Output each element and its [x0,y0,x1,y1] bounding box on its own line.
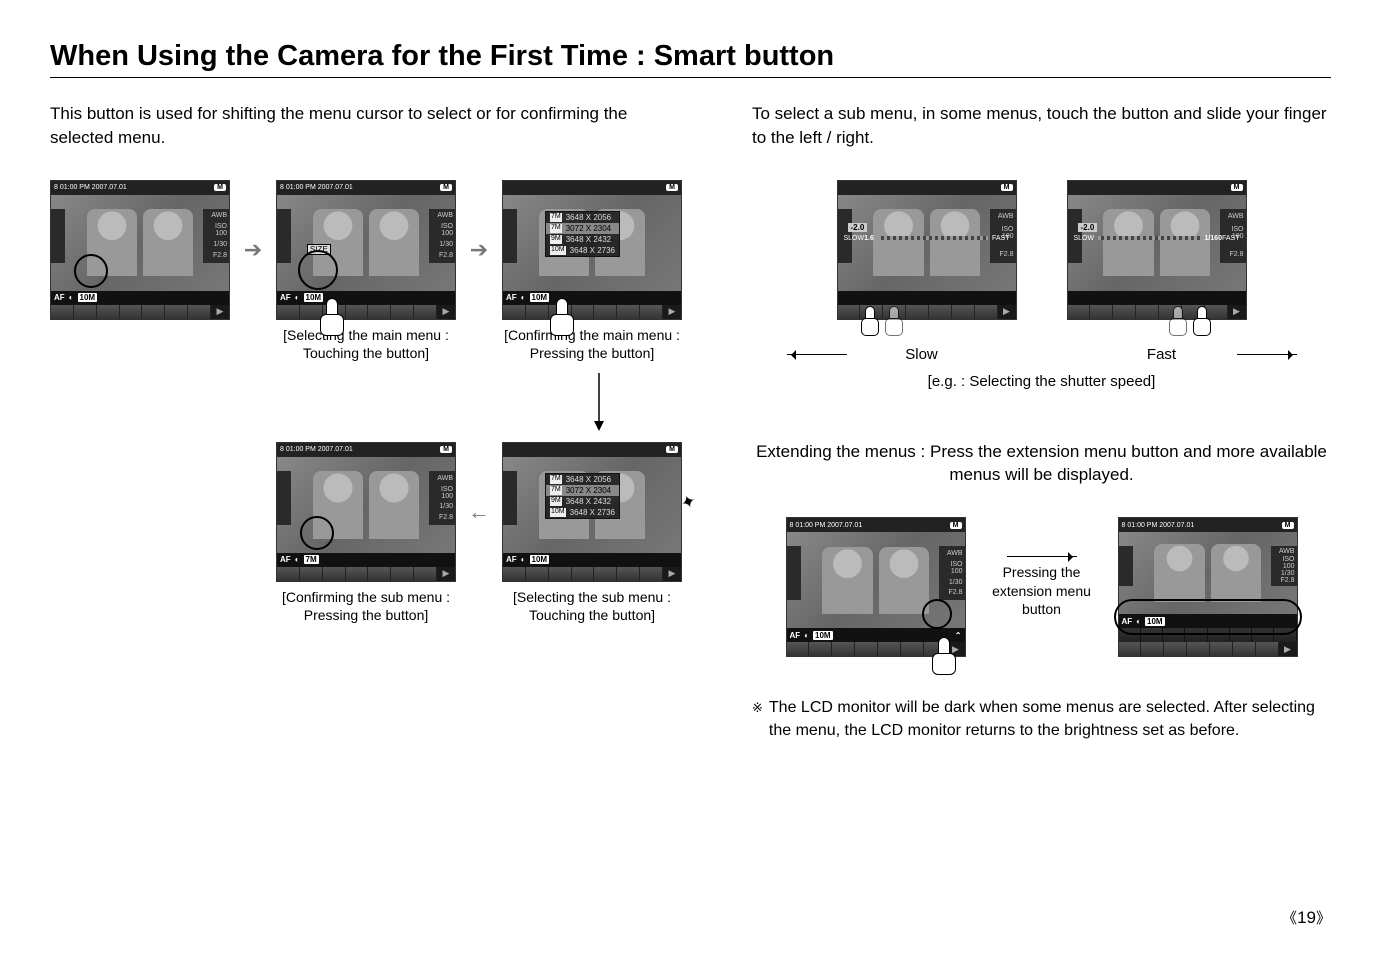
camera-screen-ext2: 8 01:00 PM 2007.07.01 M AWB ISO 100 1/30… [1118,517,1298,657]
note-text: The LCD monitor will be dark when some m… [769,697,1331,742]
caption-line1: [Confirming the sub menu : [276,588,456,606]
caption-line2: Pressing the button] [502,344,682,362]
highlight-circle-icon [300,516,334,550]
aperture-label: F2.8 [205,252,227,259]
hand-press-icon [928,637,958,677]
camera-screen-fast: M AWB ISO 100 F2.8 -2.0 [1067,180,1247,320]
arrow-left-icon [787,354,847,355]
arrow-right-icon: ➔ [240,180,266,320]
right-intro: To select a sub menu, in some menus, tou… [752,102,1331,150]
caption-line2: Pressing the button] [276,606,456,624]
arrow-down-icon [592,372,606,432]
mode-badge-icon: M [214,184,226,191]
mode-badge-icon: M [440,184,452,191]
camera-screen-3: M 7M3648 X 2056 7M3072 X 2304 9M3648 X 2… [502,180,682,320]
caption-line1: [Confirming the main menu : [502,326,682,344]
play-icon: ▶ [211,305,229,319]
ev-badge: -2.0 [1078,223,1098,232]
camera-screen-5: 8 01:00 PM 2007.07.01 M AWB ISO 100 1/30… [276,442,456,582]
highlight-circle-icon [298,250,338,290]
extension-mid-caption: Pressing the extension menu button [992,564,1091,616]
camera-screen-4: M 7M3648 X 2056 7M3072 X 2304 9M3648 X 2… [502,442,682,582]
fast-caption: Fast [1097,346,1227,363]
arrow-left-icon: ← [466,442,492,582]
left-column: This button is used for shifting the men… [50,102,682,742]
slide-hand-icon [1167,306,1211,340]
awb-label: AWB [205,212,227,219]
highlight-circle-icon [922,599,952,629]
camera-screen-2: 8 01:00 PM 2007.07.01 M AWB ISO 100 1/30… [276,180,456,320]
page-number: 19 [1282,907,1331,928]
shutter-label: 1/30 [205,241,227,248]
shutter-value: 1.6 [864,235,874,242]
af-label: AF [54,293,65,302]
arrow-right-icon: ➔ [466,180,492,320]
left-intro: This button is used for shifting the men… [50,102,682,150]
caption-line2: Touching the button] [276,344,456,362]
slide-hand-icon [859,306,903,340]
extend-intro: Extending the menus : Press the extensio… [752,440,1331,488]
hand-touch-icon [316,298,346,338]
camera-screen-1: 8 01:00 PM 2007.07.01 M AWB ISO 100 1/30… [50,180,230,320]
caption-line2: Touching the button] [502,606,682,624]
shutter-value: 1/160 [1204,235,1222,242]
highlight-oval-icon [1114,599,1302,635]
caption-line1: [Selecting the sub menu : [502,588,682,606]
slow-caption: Slow [857,346,987,363]
arrow-right-icon [1007,556,1077,557]
page-title: When Using the Camera for the First Time… [50,40,1331,73]
size-value: 10M [78,293,98,302]
topbar-text: 8 01:00 PM 2007.07.01 [54,184,127,191]
note-mark-icon: ※ [752,697,763,742]
slow-label: SLOW [844,235,865,242]
size-menu: 7M3648 X 2056 7M3072 X 2304 9M3648 X 243… [545,473,620,519]
caption-line1: [Selecting the main menu : [276,326,456,344]
ev-badge: -2.0 [848,223,868,232]
title-underline [50,77,1331,78]
camera-screen-ext1: 8 01:00 PM 2007.07.01 M AWB ISO 100 1/30… [786,517,966,657]
topbar-text: 8 01:00 PM 2007.07.01 [280,184,353,191]
fast-label: FAST [992,235,1010,242]
right-column: To select a sub menu, in some menus, tou… [752,102,1331,742]
shutter-example-caption: [e.g. : Selecting the shutter speed] [752,373,1331,390]
hand-press-icon [546,298,576,338]
camera-screen-slow: M AWB ISO 100 F2.8 -2.0 [837,180,1017,320]
highlight-circle-icon [74,254,108,288]
iso-label: ISO 100 [205,223,227,237]
arrow-right-icon [1237,354,1297,355]
size-menu: 7M3648 X 2056 7M3072 X 2304 9M3648 X 243… [545,211,620,257]
